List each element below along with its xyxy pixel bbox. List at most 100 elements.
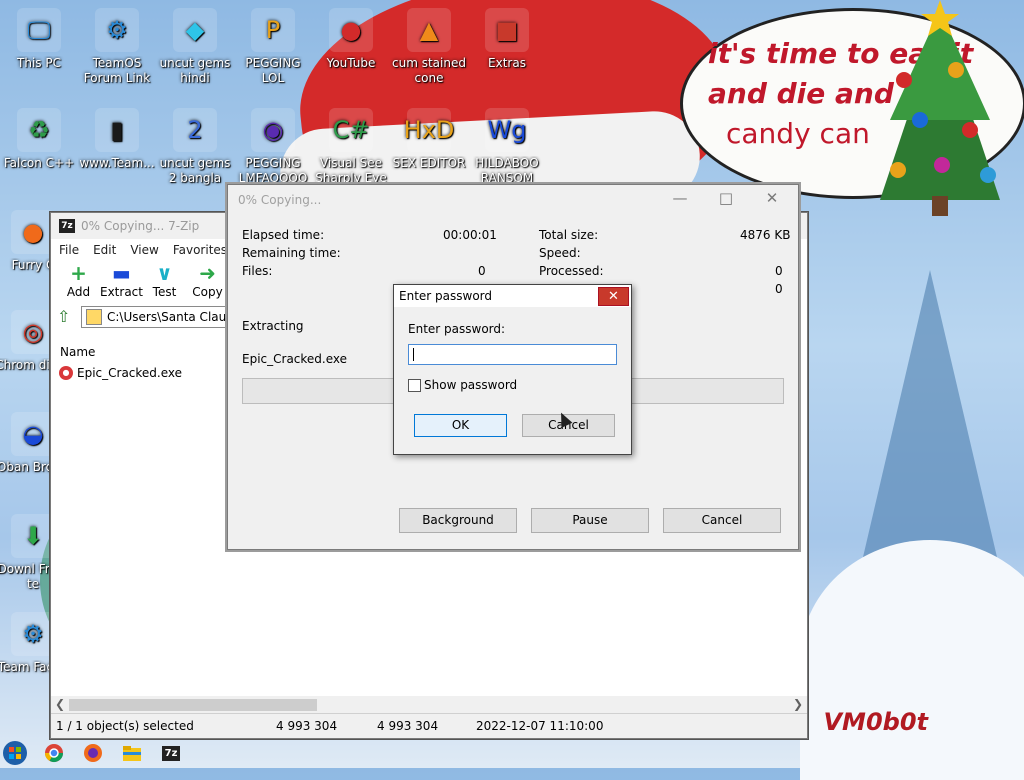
copy-button[interactable]: ➜ Copy: [186, 261, 229, 303]
status-bar: 1 / 1 object(s) selected 4 993 304 4 993…: [51, 713, 807, 738]
orb-icon: ◉: [251, 108, 295, 152]
show-password-label[interactable]: Show password: [424, 378, 517, 392]
folder-up-icon[interactable]: ⇧: [57, 308, 75, 326]
total-size-value: 4876 KB: [740, 228, 791, 242]
test-label: Test: [152, 285, 177, 299]
copy-window-titlebar[interactable]: 0% Copying... — □ ✕: [228, 185, 798, 215]
wallpaper-pine-tree: [860, 270, 1000, 570]
desktop-icon[interactable]: Wg HILDABOO RANSOM: [468, 108, 546, 186]
add-button[interactable]: + Add: [57, 261, 100, 303]
desktop-icon-label: Visual See Sharply Eye: [315, 156, 387, 185]
menu-file[interactable]: File: [59, 243, 79, 257]
status-packed: 4 993 304: [377, 719, 439, 733]
files-label: Files:: [242, 264, 273, 278]
scrollbar-thumb[interactable]: [69, 699, 317, 711]
extracting-label: Extracting: [242, 319, 304, 333]
ok-button[interactable]: OK: [414, 414, 507, 437]
test-button[interactable]: ∨ Test: [143, 261, 186, 303]
wallpaper-snow: [800, 540, 1024, 780]
desktop-icon[interactable]: ⚙ TeamOS Forum Link: [78, 8, 156, 86]
horizontal-scrollbar[interactable]: ❮ ❯: [51, 696, 807, 714]
desktop-icon[interactable]: P PEGGING LOL: [234, 8, 312, 86]
seven-zip-icon: 7z: [59, 219, 75, 233]
desktop-icon[interactable]: 🖵 This PC: [0, 8, 78, 86]
pause-button[interactable]: Pause: [531, 508, 649, 533]
desktop-icon-label: HILDABOO RANSOM: [475, 156, 539, 185]
scroll-left-icon[interactable]: ❮: [55, 697, 65, 711]
desktop-icon[interactable]: 2 uncut gems 2 bangla: [156, 108, 234, 186]
file-name: Epic_Cracked.exe: [77, 366, 183, 380]
csharp-icon: C#: [329, 108, 373, 152]
gear-icon: ⚙: [11, 612, 55, 656]
plus-icon: +: [70, 261, 87, 285]
christmas-tree-icon: [880, 0, 1000, 216]
check-icon: ∨: [156, 261, 173, 285]
text-caret: [413, 348, 414, 361]
hex-editor-icon: HxD: [404, 108, 454, 152]
desktop-icon[interactable]: ▲ cum stained cone: [390, 8, 468, 86]
password-prompt: Enter password:: [408, 322, 506, 336]
desktop-icon[interactable]: ■ Extras: [468, 8, 546, 86]
maximize-icon[interactable]: □: [706, 189, 746, 207]
p-logo-icon: P: [251, 8, 295, 52]
extract-button[interactable]: ▬ Extract: [100, 261, 143, 303]
desktop-icon-label: PEGGING LOL: [245, 56, 301, 85]
copy-window-title: 0% Copying...: [238, 193, 322, 207]
desktop-icon[interactable]: ◉ PEGGING LMFAOOOO: [234, 108, 312, 186]
status-size: 4 993 304: [276, 719, 338, 733]
book-icon: ▮: [95, 108, 139, 152]
processed-value: 0: [775, 264, 783, 278]
folder-icon: [86, 309, 102, 325]
password-field[interactable]: [408, 344, 617, 365]
file-explorer-icon[interactable]: [117, 740, 147, 766]
gift-icon: ■: [485, 8, 529, 52]
start-icon[interactable]: [0, 740, 30, 766]
firefox-icon[interactable]: [78, 740, 108, 766]
menu-view[interactable]: View: [130, 243, 158, 257]
wg-icon: Wg: [485, 108, 529, 152]
recycle-icon: ♻: [17, 108, 61, 152]
status-modified: 2022-12-07 11:10:00: [476, 719, 604, 733]
total-size-label: Total size:: [539, 228, 599, 242]
desktop-icon-label: Falcon C++: [3, 156, 75, 170]
minimize-icon[interactable]: —: [660, 189, 700, 207]
desktop-icon[interactable]: ▮ www.Team...: [78, 108, 156, 186]
desktop-icon-label: uncut gems 2 bangla: [159, 156, 231, 185]
number-two-icon: 2: [173, 108, 217, 152]
desktop-icon-label: TeamOS Forum Link: [83, 56, 151, 85]
gem-icon: ◆: [173, 8, 217, 52]
desktop-icon-label: This PC: [17, 56, 61, 70]
password-dialog-title: Enter password: [399, 289, 492, 303]
show-password-checkbox[interactable]: [408, 379, 421, 392]
password-dialog-titlebar[interactable]: Enter password ✕: [394, 285, 631, 307]
desktop-icon[interactable]: HxD SEX EDITOR: [390, 108, 468, 186]
desktop-icon-label: YouTube: [326, 56, 376, 70]
path-text: C:\Users\Santa Claus\: [107, 310, 237, 324]
elapsed-value: 00:00:01: [443, 228, 497, 242]
desktop-icon[interactable]: ◆ uncut gems hindi: [156, 8, 234, 86]
remaining-label: Remaining time:: [242, 246, 341, 260]
close-icon[interactable]: ✕: [598, 287, 629, 306]
menu-favorites[interactable]: Favorites: [173, 243, 227, 257]
speed-label: Speed:: [539, 246, 581, 260]
cancel-button[interactable]: Cancel: [663, 508, 781, 533]
chrome-icon[interactable]: [39, 740, 69, 766]
menu-edit[interactable]: Edit: [93, 243, 116, 257]
files-value: 0: [478, 264, 486, 278]
close-icon[interactable]: ✕: [752, 189, 792, 207]
scroll-right-icon[interactable]: ❯: [793, 697, 803, 711]
desktop-icon[interactable]: ● YouTube: [312, 8, 390, 86]
current-file: Epic_Cracked.exe: [242, 352, 348, 366]
desktop-icon-label: cum stained cone: [392, 56, 466, 85]
obama-logo-icon: ◒: [11, 412, 55, 456]
computer-icon: 🖵: [17, 8, 61, 52]
desktop-icon-label: www.Team...: [79, 156, 155, 170]
background-button[interactable]: Background: [399, 508, 517, 533]
seven-zip-icon[interactable]: 7z: [156, 740, 186, 766]
file-manager-title: 0% Copying... 7-Zip: [81, 219, 200, 233]
desktop-icon[interactable]: ♻ Falcon C++: [0, 108, 78, 186]
traffic-cone-icon: ▲: [407, 8, 451, 52]
minus-icon: ▬: [112, 261, 131, 285]
desktop-icon[interactable]: C# Visual See Sharply Eye: [312, 108, 390, 186]
firefox-icon: ●: [11, 210, 55, 254]
